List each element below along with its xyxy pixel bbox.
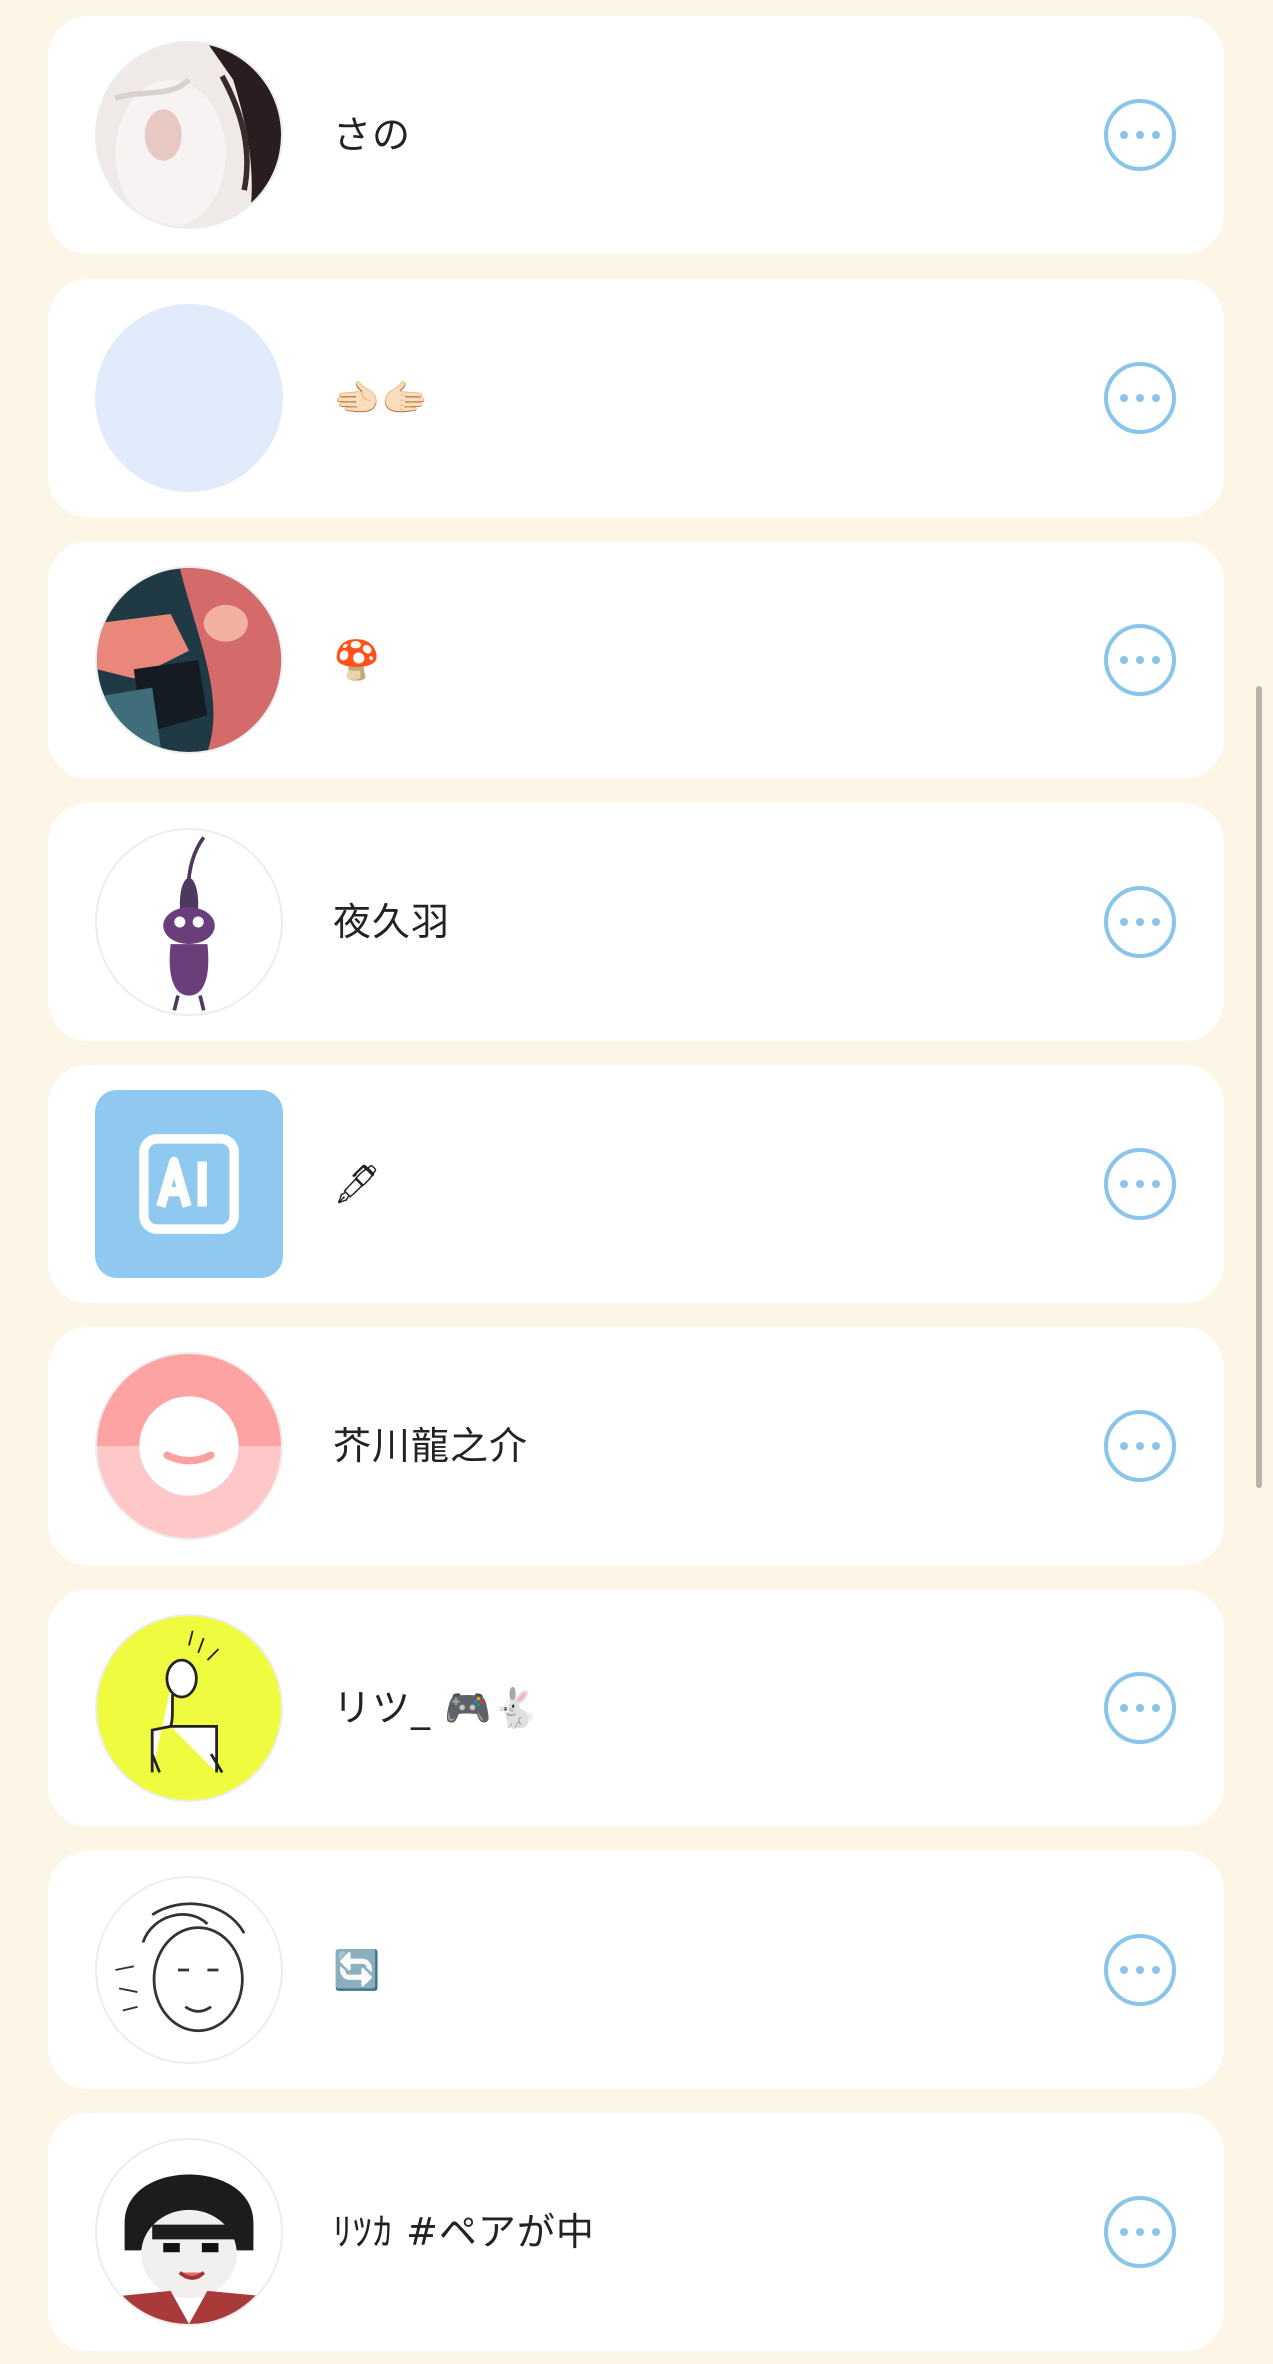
avatar[interactable] bbox=[95, 828, 283, 1016]
more-options-icon[interactable] bbox=[1104, 1672, 1176, 1744]
avatar[interactable] bbox=[95, 566, 283, 754]
more-options-icon[interactable] bbox=[1104, 2196, 1176, 2268]
scrollbar[interactable] bbox=[1256, 686, 1262, 1488]
user-name: 🖋 bbox=[333, 1162, 383, 1206]
user-name: ﾘﾂｶ #ペアが中 bbox=[333, 2210, 595, 2254]
avatar[interactable] bbox=[95, 41, 283, 229]
user-row[interactable]: 🖋 bbox=[48, 1065, 1224, 1303]
user-row[interactable]: 🔄 bbox=[48, 1851, 1224, 2089]
user-row[interactable]: リツ_ 🎮🐇 bbox=[48, 1589, 1224, 1827]
more-options-icon[interactable] bbox=[1104, 362, 1176, 434]
more-options-icon[interactable] bbox=[1104, 886, 1176, 958]
more-options-icon[interactable] bbox=[1104, 1410, 1176, 1482]
more-options-icon[interactable] bbox=[1104, 624, 1176, 696]
user-row[interactable]: 夜久羽 bbox=[48, 803, 1224, 1041]
user-name: 芥川龍之介 bbox=[333, 1424, 529, 1468]
user-row[interactable]: ﾘﾂｶ #ペアが中 bbox=[48, 2113, 1224, 2351]
user-row[interactable]: 🫲🏻🫱🏻 bbox=[48, 279, 1224, 517]
user-name: さの bbox=[333, 113, 412, 157]
user-name: 夜久羽 bbox=[333, 900, 451, 944]
avatar[interactable] bbox=[95, 1876, 283, 2064]
user-row[interactable]: さの bbox=[48, 16, 1224, 254]
avatar[interactable] bbox=[95, 2138, 283, 2326]
more-options-icon[interactable] bbox=[1104, 1148, 1176, 1220]
more-options-icon[interactable] bbox=[1104, 1934, 1176, 2006]
user-name: 🍄 bbox=[333, 638, 382, 682]
default-avatar-icon[interactable] bbox=[95, 1352, 283, 1540]
user-row[interactable]: 🍄 bbox=[48, 541, 1224, 779]
user-list: さの 🫲🏻🫱🏻 🍄 夜久羽 🖋 芥川龍之介 リツ_ 🎮🐇 🔄 ﾘﾂｶ #ペアが中 bbox=[0, 0, 1273, 2364]
avatar[interactable] bbox=[95, 1614, 283, 1802]
user-name: リツ_ 🎮🐇 bbox=[333, 1686, 541, 1730]
ai-avatar-icon[interactable] bbox=[95, 1090, 283, 1278]
user-name: 🫲🏻🫱🏻 bbox=[333, 376, 430, 420]
avatar[interactable] bbox=[95, 304, 283, 492]
more-options-icon[interactable] bbox=[1104, 99, 1176, 171]
user-row[interactable]: 芥川龍之介 bbox=[48, 1327, 1224, 1565]
user-name: 🔄 bbox=[333, 1948, 382, 1992]
